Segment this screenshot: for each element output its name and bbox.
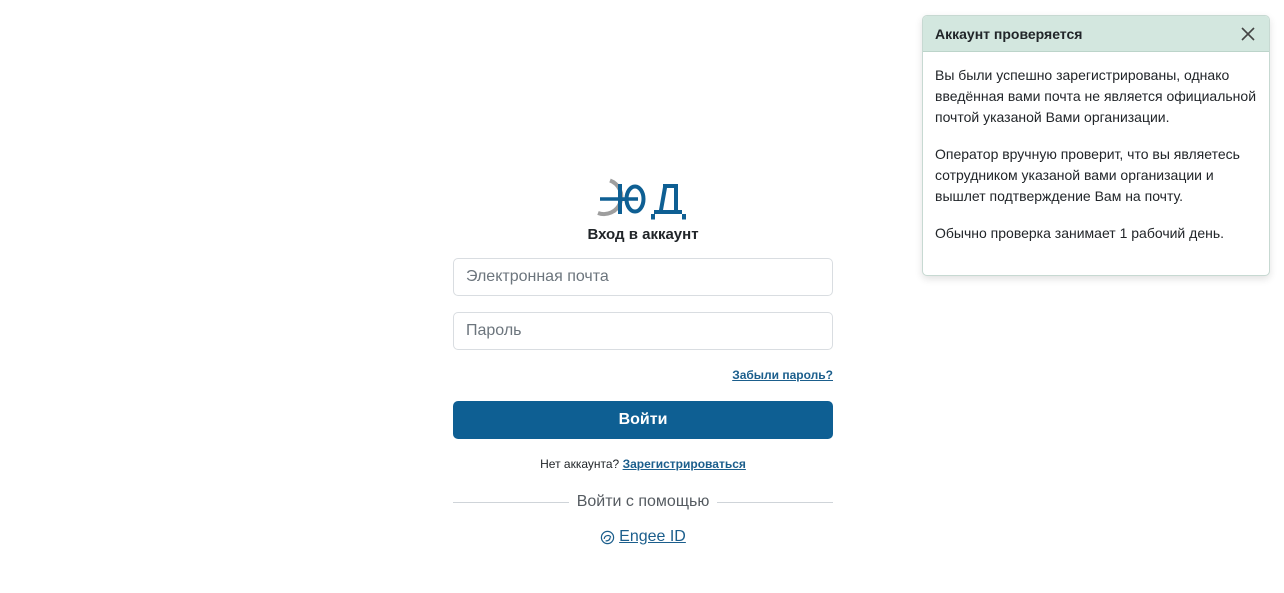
- login-title: Вход в аккаунт: [587, 226, 699, 243]
- register-link[interactable]: Зарегистрироваться: [623, 457, 746, 471]
- login-form: Вход в аккаунт Забыли пароль? Войти Нет …: [453, 172, 833, 548]
- alt-login-divider: Войти с помощью: [453, 492, 833, 512]
- login-button[interactable]: Войти: [453, 401, 833, 439]
- etyud-logo: [597, 178, 686, 220]
- divider-line-left: [453, 501, 569, 503]
- login-page: Вход в аккаунт Забыли пароль? Войти Нет …: [0, 0, 1284, 593]
- toast-header: Аккаунт проверяется: [923, 16, 1269, 52]
- forgot-row: Забыли пароль?: [453, 367, 833, 383]
- toast-title: Аккаунт проверяется: [935, 25, 1083, 42]
- email-input[interactable]: [453, 258, 833, 296]
- account-check-toast: Аккаунт проверяется Вы были успешно заре…: [922, 15, 1270, 276]
- alt-login-row: Engee ID: [453, 526, 833, 548]
- toast-paragraph: Обычно проверка занимает 1 рабочий день.: [935, 225, 1225, 241]
- divider-text: Войти с помощью: [576, 493, 710, 510]
- password-input[interactable]: [453, 312, 833, 350]
- divider-line-right: [717, 501, 833, 503]
- forgot-password-link[interactable]: Забыли пароль?: [732, 368, 833, 382]
- toast-close-button[interactable]: [1239, 25, 1257, 43]
- no-account-text: Нет аккаунта?: [540, 457, 620, 471]
- engee-id-icon: [600, 530, 615, 544]
- toast-body: Вы были успешно зарегистрированы, однако…: [923, 52, 1269, 244]
- toast-paragraph: Вы были успешно зарегистрированы, однако…: [935, 67, 1257, 125]
- toast-paragraph: Оператор вручную проверит, что вы являет…: [935, 146, 1240, 204]
- close-icon: [1241, 26, 1255, 41]
- register-row: Нет аккаунта? Зарегистрироваться: [453, 456, 833, 472]
- engee-id-label: Engee ID: [619, 528, 686, 545]
- engee-id-link[interactable]: Engee ID: [600, 526, 686, 548]
